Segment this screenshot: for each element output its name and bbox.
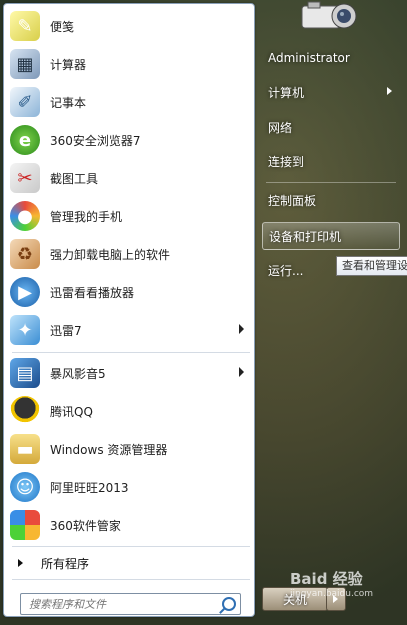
all-programs-label: 所有程序 (41, 556, 90, 571)
programs-panel: ✎ 便笺 ▦ 计算器 ✐ 记事本 e 360安全浏览器7 ✂ 截图工具 ● 管理… (3, 3, 255, 617)
phone-manager-icon: ● (10, 201, 40, 231)
submenu-arrow-icon (239, 367, 244, 377)
program-item-phone-manager[interactable]: ● 管理我的手机 (8, 198, 248, 234)
search-box[interactable] (20, 593, 241, 615)
program-label: 360安全浏览器7 (50, 133, 141, 148)
qq-icon (10, 396, 40, 426)
right-item-label: 运行... (268, 263, 304, 278)
user-picture-camera-icon[interactable] (300, 0, 362, 34)
program-label: 阿里旺旺2013 (50, 480, 129, 495)
xunlei-player-icon: ▶ (10, 277, 40, 307)
right-item-label: 设备和打印机 (269, 229, 342, 244)
program-item-snipping-tool[interactable]: ✂ 截图工具 (8, 160, 248, 196)
aliwangwang-icon: ☺ (10, 472, 40, 502)
program-item-notepad[interactable]: ✐ 记事本 (8, 84, 248, 120)
program-label: 暴风影音5 (50, 366, 106, 381)
program-item-qq[interactable]: 腾讯QQ (8, 393, 248, 429)
program-item-uninstaller[interactable]: ♻ 强力卸载电脑上的软件 (8, 236, 248, 272)
sticky-note-icon: ✎ (10, 11, 40, 41)
baofeng-icon: ▤ (10, 358, 40, 388)
explorer-icon: ▬ (10, 434, 40, 464)
calculator-icon: ▦ (10, 49, 40, 79)
right-item-control-panel[interactable]: 控制面板 (262, 187, 398, 213)
watermark: Baid 经验 jingyan.baidu.com (290, 568, 400, 612)
arrow-right-icon (18, 559, 23, 567)
notepad-icon: ✐ (10, 87, 40, 117)
divider (12, 546, 250, 547)
program-item-explorer[interactable]: ▬ Windows 资源管理器 (8, 431, 248, 467)
software-manager-icon (10, 510, 40, 540)
right-item-label: 计算机 (268, 85, 305, 100)
uninstaller-icon: ♻ (10, 239, 40, 269)
right-item-connect-to[interactable]: 连接到 (262, 148, 398, 174)
search-icon[interactable] (222, 597, 236, 611)
submenu-arrow-icon (387, 87, 392, 95)
browser-360-icon: e (10, 125, 40, 155)
watermark-main: Baid 经验 (290, 570, 363, 588)
program-label: 迅雷7 (50, 323, 82, 338)
program-label: 腾讯QQ (50, 404, 93, 419)
program-label: 迅雷看看播放器 (50, 285, 135, 300)
program-item-360-browser[interactable]: e 360安全浏览器7 (8, 122, 248, 158)
program-item-xunlei-player[interactable]: ▶ 迅雷看看播放器 (8, 274, 248, 310)
tooltip: 查看和管理设 (336, 256, 407, 276)
submenu-arrow-icon (239, 324, 244, 334)
right-item-devices-printers[interactable]: 设备和打印机 (262, 222, 400, 250)
xunlei-icon: ✦ (10, 315, 40, 345)
divider (266, 182, 396, 183)
right-item-label: 网络 (268, 120, 293, 135)
all-programs-button[interactable]: 所有程序 (12, 552, 250, 574)
program-label: 记事本 (50, 95, 87, 110)
program-label: 管理我的手机 (50, 209, 123, 224)
right-item-computer[interactable]: 计算机 (262, 79, 398, 105)
right-item-network[interactable]: 网络 (262, 114, 398, 140)
program-label: 截图工具 (50, 171, 99, 186)
program-item-baofeng[interactable]: ▤ 暴风影音5 (8, 355, 248, 391)
divider (12, 579, 250, 580)
user-name-link[interactable]: Administrator (262, 45, 398, 71)
program-item-software-manager[interactable]: 360软件管家 (8, 507, 248, 543)
program-item-xunlei[interactable]: ✦ 迅雷7 (8, 312, 248, 348)
program-label: Windows 资源管理器 (50, 442, 168, 457)
search-input[interactable] (27, 596, 221, 612)
right-item-label: 控制面板 (268, 193, 317, 208)
program-label: 强力卸载电脑上的软件 (50, 247, 171, 262)
program-label: 计算器 (50, 57, 87, 72)
right-item-label: 连接到 (268, 154, 305, 169)
program-label: 360软件管家 (50, 518, 121, 533)
user-name: Administrator (268, 51, 350, 65)
program-item-sticky-notes[interactable]: ✎ 便笺 (8, 8, 248, 44)
program-label: 便笺 (50, 19, 75, 34)
divider (12, 352, 250, 353)
snipping-tool-icon: ✂ (10, 163, 40, 193)
program-item-aliwangwang[interactable]: ☺ 阿里旺旺2013 (8, 469, 248, 505)
program-item-calculator[interactable]: ▦ 计算器 (8, 46, 248, 82)
watermark-sub: jingyan.baidu.com (290, 589, 374, 599)
